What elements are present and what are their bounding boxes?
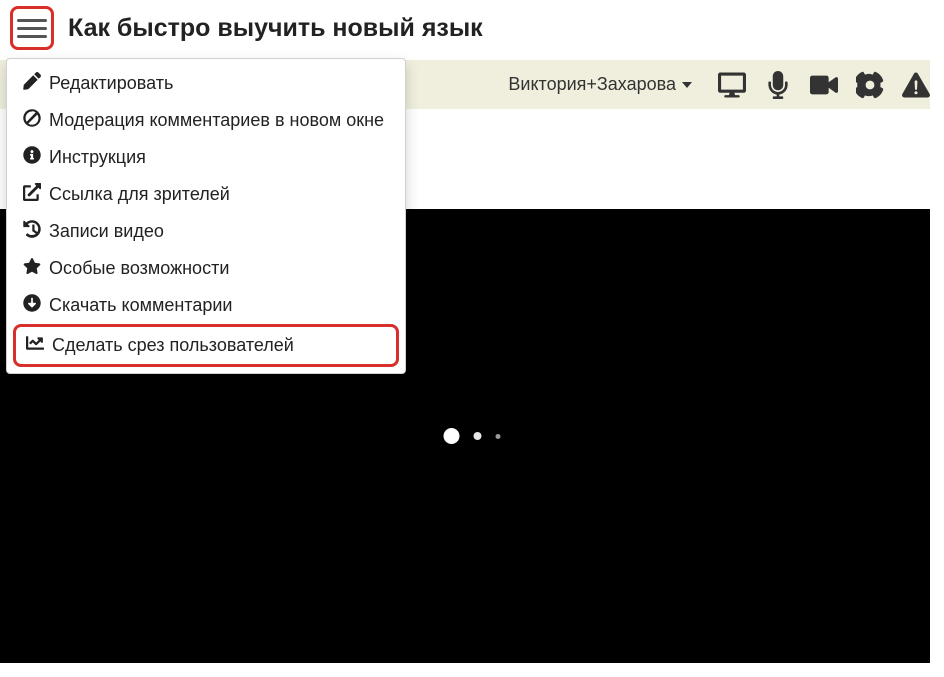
- right-edge-strip: [930, 60, 944, 677]
- burger-highlight-box: [10, 6, 54, 50]
- bars-icon: [17, 19, 47, 22]
- menu-item-1[interactable]: Модерация комментариев в новом окне: [7, 102, 405, 139]
- menu-item-label: Ссылка для зрителей: [49, 184, 230, 205]
- menu-toggle-button[interactable]: [17, 13, 47, 43]
- user-dropdown[interactable]: Виктория+Захарова: [494, 70, 700, 99]
- gear-icon[interactable]: [856, 71, 884, 99]
- chart-line-icon: [26, 334, 44, 357]
- header: Как быстро выучить новый язык: [0, 0, 944, 60]
- caret-down-icon: [682, 82, 692, 88]
- menu-item-5[interactable]: Особые возможности: [7, 250, 405, 287]
- menu-item-6[interactable]: Скачать комментарии: [7, 287, 405, 324]
- warning-icon[interactable]: [902, 71, 930, 99]
- menu-item-label: Записи видео: [49, 221, 164, 242]
- menu-item-label: Особые возможности: [49, 258, 229, 279]
- menu-item-7[interactable]: Сделать срез пользователей: [13, 324, 399, 367]
- loader-dot-icon: [496, 434, 501, 439]
- info-icon: [23, 146, 41, 169]
- menu-item-label: Сделать срез пользователей: [52, 335, 294, 356]
- loader-dot-icon: [474, 432, 482, 440]
- menu-item-label: Инструкция: [49, 147, 146, 168]
- menu-item-4[interactable]: Записи видео: [7, 213, 405, 250]
- menu-item-label: Редактировать: [49, 73, 173, 94]
- download-icon: [23, 294, 41, 317]
- page-title: Как быстро выучить новый язык: [68, 14, 483, 43]
- loader-dot-icon: [444, 428, 460, 444]
- menu-item-label: Модерация комментариев в новом окне: [49, 110, 384, 131]
- display-icon[interactable]: [718, 71, 746, 99]
- menu-item-label: Скачать комментарии: [49, 295, 232, 316]
- app-root: Как быстро выучить новый язык Виктория+З…: [0, 0, 944, 677]
- microphone-icon[interactable]: [764, 71, 792, 99]
- menu-item-3[interactable]: Ссылка для зрителей: [7, 176, 405, 213]
- main-menu-dropdown: Редактировать Модерация комментариев в но…: [6, 58, 406, 374]
- ban-icon: [23, 109, 41, 132]
- menu-item-0[interactable]: Редактировать: [7, 65, 405, 102]
- pencil-icon: [23, 72, 41, 95]
- user-name-label: Виктория+Захарова: [508, 74, 676, 95]
- history-icon: [23, 220, 41, 243]
- star-icon: [23, 257, 41, 280]
- loading-indicator: [444, 428, 501, 444]
- video-icon[interactable]: [810, 71, 838, 99]
- menu-item-2[interactable]: Инструкция: [7, 139, 405, 176]
- external-link-icon: [23, 183, 41, 206]
